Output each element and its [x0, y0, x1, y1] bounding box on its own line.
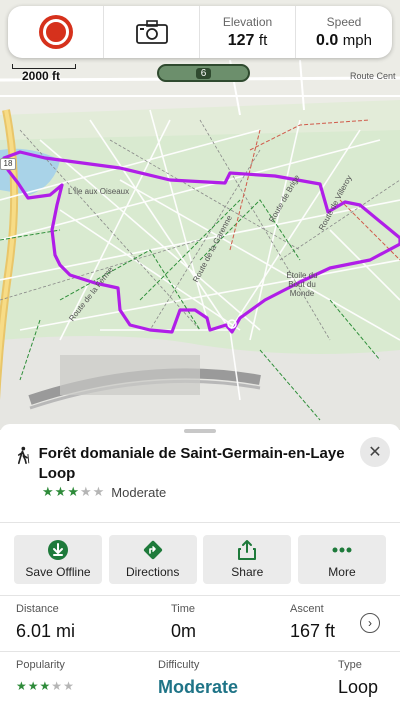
- time-label: Time: [171, 603, 196, 615]
- rating-text: Moderate: [111, 484, 167, 500]
- ascent-stat: Ascent 167 ft: [290, 603, 335, 642]
- share-button[interactable]: Share: [203, 535, 292, 584]
- hiker-icon: [17, 446, 30, 465]
- popularity-stars: ★★★★★: [16, 679, 75, 693]
- camera-icon: [135, 20, 168, 44]
- share-label: Share: [231, 565, 264, 579]
- record-icon: [38, 15, 73, 49]
- directions-button[interactable]: Directions: [108, 535, 197, 584]
- map-view[interactable]: L'Île aux Oiseaux Étoile du Bout du Mond…: [0, 0, 400, 430]
- star-empty-icon: ★: [92, 484, 106, 499]
- record-button[interactable]: [8, 6, 104, 58]
- popularity-label: Popularity: [16, 659, 65, 671]
- elevation-label: Elevation: [222, 14, 273, 29]
- divider: [0, 651, 400, 652]
- scale-bar: 2000 ft: [12, 64, 76, 83]
- close-button[interactable]: ✕: [360, 437, 390, 467]
- more-label: More: [328, 565, 356, 579]
- action-buttons: Save Offline Directions Share More: [14, 535, 386, 584]
- difficulty-stat: Difficulty Moderate: [158, 659, 238, 698]
- save-offline-label: Save Offline: [25, 565, 91, 579]
- star-filled-icon: ★: [42, 484, 55, 499]
- distance-value: 6.01 mi: [16, 621, 76, 641]
- star-empty-icon: ★: [63, 679, 75, 693]
- type-stat: Type Loop: [338, 659, 378, 698]
- star-empty-icon: ★: [51, 679, 64, 693]
- tracking-toolbar: Elevation 127 ft Speed 0.0 mph: [8, 6, 392, 58]
- difficulty-label: Difficulty: [158, 659, 200, 671]
- stats-row-secondary: Popularity ★★★★★ Difficulty Moderate Typ…: [0, 653, 400, 707]
- trail-title-row: Forêt domaniale de Saint-Germain-en-Laye…: [16, 444, 356, 484]
- ascent-label: Ascent: [290, 603, 324, 615]
- place-label-ile-aux-oiseaux: L'Île aux Oiseaux: [68, 187, 130, 196]
- rating-stars: ★★★★★: [42, 484, 105, 500]
- chevron-right-icon: ›: [368, 616, 372, 630]
- elevation-readout: Elevation 127 ft: [200, 6, 296, 58]
- road-shield: 18: [0, 158, 16, 170]
- save-offline-button[interactable]: Save Offline: [14, 535, 102, 584]
- elevation-value: 127 ft: [227, 31, 268, 49]
- speed-value: 0.0 mph: [316, 31, 372, 49]
- scale-bar-label: 2000 ft: [22, 69, 61, 83]
- trail-details-sheet: Forêt domaniale de Saint-Germain-en-Laye…: [0, 424, 400, 711]
- distance-label: Distance: [16, 603, 59, 615]
- star-filled-icon: ★: [54, 484, 68, 499]
- type-label: Type: [338, 659, 362, 671]
- divider: [0, 522, 400, 523]
- share-icon: [238, 540, 257, 560]
- distance-stat: Distance 6.01 mi: [16, 603, 75, 642]
- type-value: Loop: [338, 677, 379, 697]
- route-badge-number: 6: [195, 67, 212, 79]
- download-icon: [48, 540, 68, 560]
- expand-stats-button[interactable]: ›: [360, 613, 380, 633]
- more-icon: [332, 547, 352, 553]
- speed-label: Speed: [326, 14, 362, 29]
- star-filled-icon: ★: [39, 679, 52, 693]
- place-label-etoile: Étoile du Bout du Monde: [286, 271, 318, 298]
- directions-label: Directions: [125, 565, 180, 579]
- difficulty-value: Moderate: [158, 677, 239, 697]
- speed-readout: Speed 0.0 mph: [296, 6, 392, 58]
- star-filled-icon: ★: [67, 484, 80, 499]
- route-badge: 6: [157, 64, 250, 82]
- time-value: 0m: [171, 621, 197, 641]
- more-button[interactable]: More: [297, 535, 386, 584]
- stats-row-primary: Distance 6.01 mi Time 0m Ascent 167 ft ›: [0, 597, 400, 651]
- star-filled-icon: ★: [27, 679, 40, 693]
- divider: [0, 595, 400, 596]
- time-stat: Time 0m: [171, 603, 196, 642]
- trail-rating: ★★★★★ Moderate: [42, 484, 166, 500]
- close-icon: ✕: [368, 444, 382, 461]
- sheet-drag-handle[interactable]: [184, 429, 216, 433]
- star-filled-icon: ★: [16, 679, 28, 693]
- star-empty-icon: ★: [79, 484, 93, 499]
- popularity-stat: Popularity ★★★★★: [16, 659, 75, 693]
- directions-icon: [143, 540, 162, 560]
- camera-button[interactable]: [104, 6, 200, 58]
- road-label-top: Route Cent: [350, 71, 396, 81]
- trail-title: Forêt domaniale de Saint-Germain-en-Laye…: [38, 445, 345, 482]
- ascent-value: 167 ft: [290, 621, 336, 641]
